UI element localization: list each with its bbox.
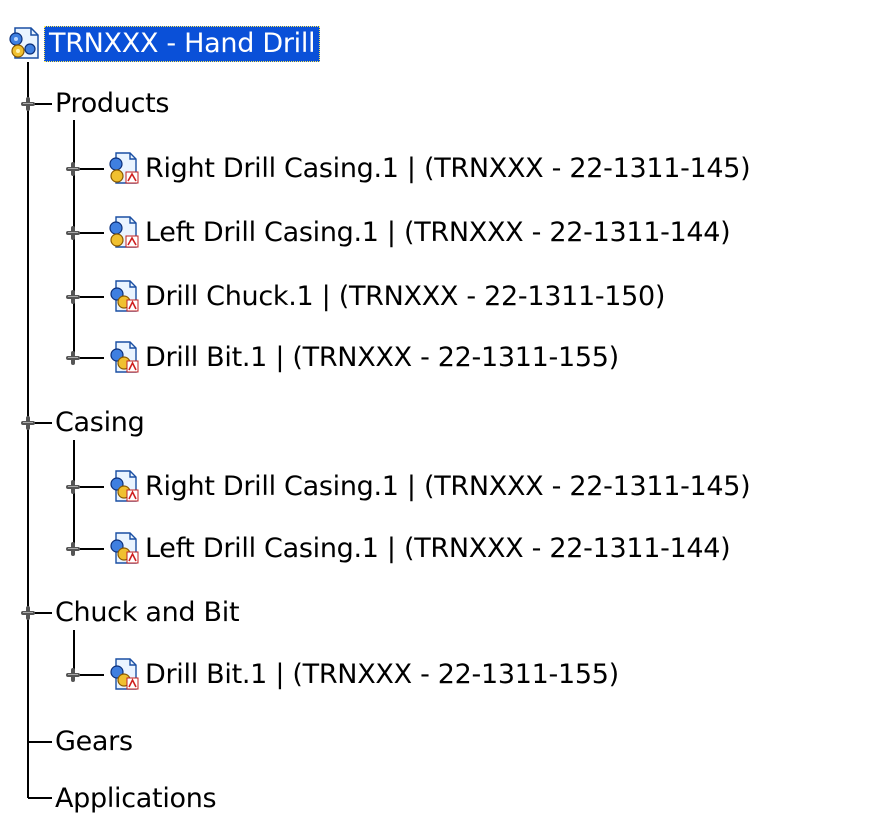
expand-toggle[interactable] <box>66 668 80 682</box>
product-icon <box>6 27 42 61</box>
tree-group-chuck-and-bit[interactable]: Chuck and Bit <box>52 596 242 630</box>
tree-item[interactable]: Drill Chuck.1 | (TRNXXX - 22-1311-150) <box>104 280 668 314</box>
group-connector <box>28 741 52 743</box>
part-icon <box>104 470 140 504</box>
group-label: Gears <box>55 726 133 757</box>
group-label: Products <box>55 88 170 119</box>
tree-group-casing[interactable]: Casing <box>52 406 147 440</box>
item-label: Drill Bit.1 | (TRNXXX - 22-1311-155) <box>145 342 619 373</box>
root-label: TRNXXX - Hand Drill <box>44 26 321 62</box>
tree-root[interactable]: TRNXXX - Hand Drill <box>6 26 321 62</box>
expand-toggle[interactable] <box>66 351 80 365</box>
tree-group-gears[interactable]: Gears <box>52 725 136 759</box>
collapse-toggle[interactable] <box>21 606 35 620</box>
item-label: Right Drill Casing.1 | (TRNXXX - 22-1311… <box>145 471 751 502</box>
group-label: Chuck and Bit <box>55 597 240 628</box>
part-icon <box>104 658 140 692</box>
item-label: Left Drill Casing.1 | (TRNXXX - 22-1311-… <box>145 533 731 564</box>
group-branch-line <box>73 440 75 550</box>
tree-group-products[interactable]: Products <box>52 87 172 121</box>
expand-toggle[interactable] <box>66 162 80 176</box>
tree-item[interactable]: Drill Bit.1 | (TRNXXX - 22-1311-155) <box>104 658 622 692</box>
group-label: Casing <box>55 407 145 438</box>
tree-item[interactable]: Right Drill Casing.1 | (TRNXXX - 22-1311… <box>104 470 753 504</box>
tree-item[interactable]: Drill Bit.1 | (TRNXXX - 22-1311-155) <box>104 341 622 375</box>
expand-toggle[interactable] <box>66 226 80 240</box>
part-icon <box>104 341 140 375</box>
expand-toggle[interactable] <box>66 542 80 556</box>
tree-item[interactable]: Left Drill Casing.1 | (TRNXXX - 22-1311-… <box>104 532 733 566</box>
part-icon <box>104 280 140 314</box>
specification-tree: TRNXXX - Hand Drill Products Right Drill… <box>0 0 880 819</box>
collapse-toggle[interactable] <box>21 97 35 111</box>
item-label: Drill Chuck.1 | (TRNXXX - 22-1311-150) <box>145 281 666 312</box>
collapse-toggle[interactable] <box>21 416 35 430</box>
expand-toggle[interactable] <box>66 290 80 304</box>
expand-toggle[interactable] <box>66 480 80 494</box>
tree-trunk-line <box>27 62 29 798</box>
tree-item[interactable]: Left Drill Casing.1 | (TRNXXX - 22-1311-… <box>104 216 733 250</box>
product-icon <box>104 152 140 186</box>
item-label: Left Drill Casing.1 | (TRNXXX - 22-1311-… <box>145 217 731 248</box>
product-icon <box>104 216 140 250</box>
tree-item[interactable]: Right Drill Casing.1 | (TRNXXX - 22-1311… <box>104 152 753 186</box>
part-icon <box>104 532 140 566</box>
item-label: Right Drill Casing.1 | (TRNXXX - 22-1311… <box>145 153 751 184</box>
item-label: Drill Bit.1 | (TRNXXX - 22-1311-155) <box>145 659 619 690</box>
group-connector <box>28 797 52 799</box>
group-label: Applications <box>55 783 217 814</box>
tree-group-applications[interactable]: Applications <box>52 782 219 816</box>
